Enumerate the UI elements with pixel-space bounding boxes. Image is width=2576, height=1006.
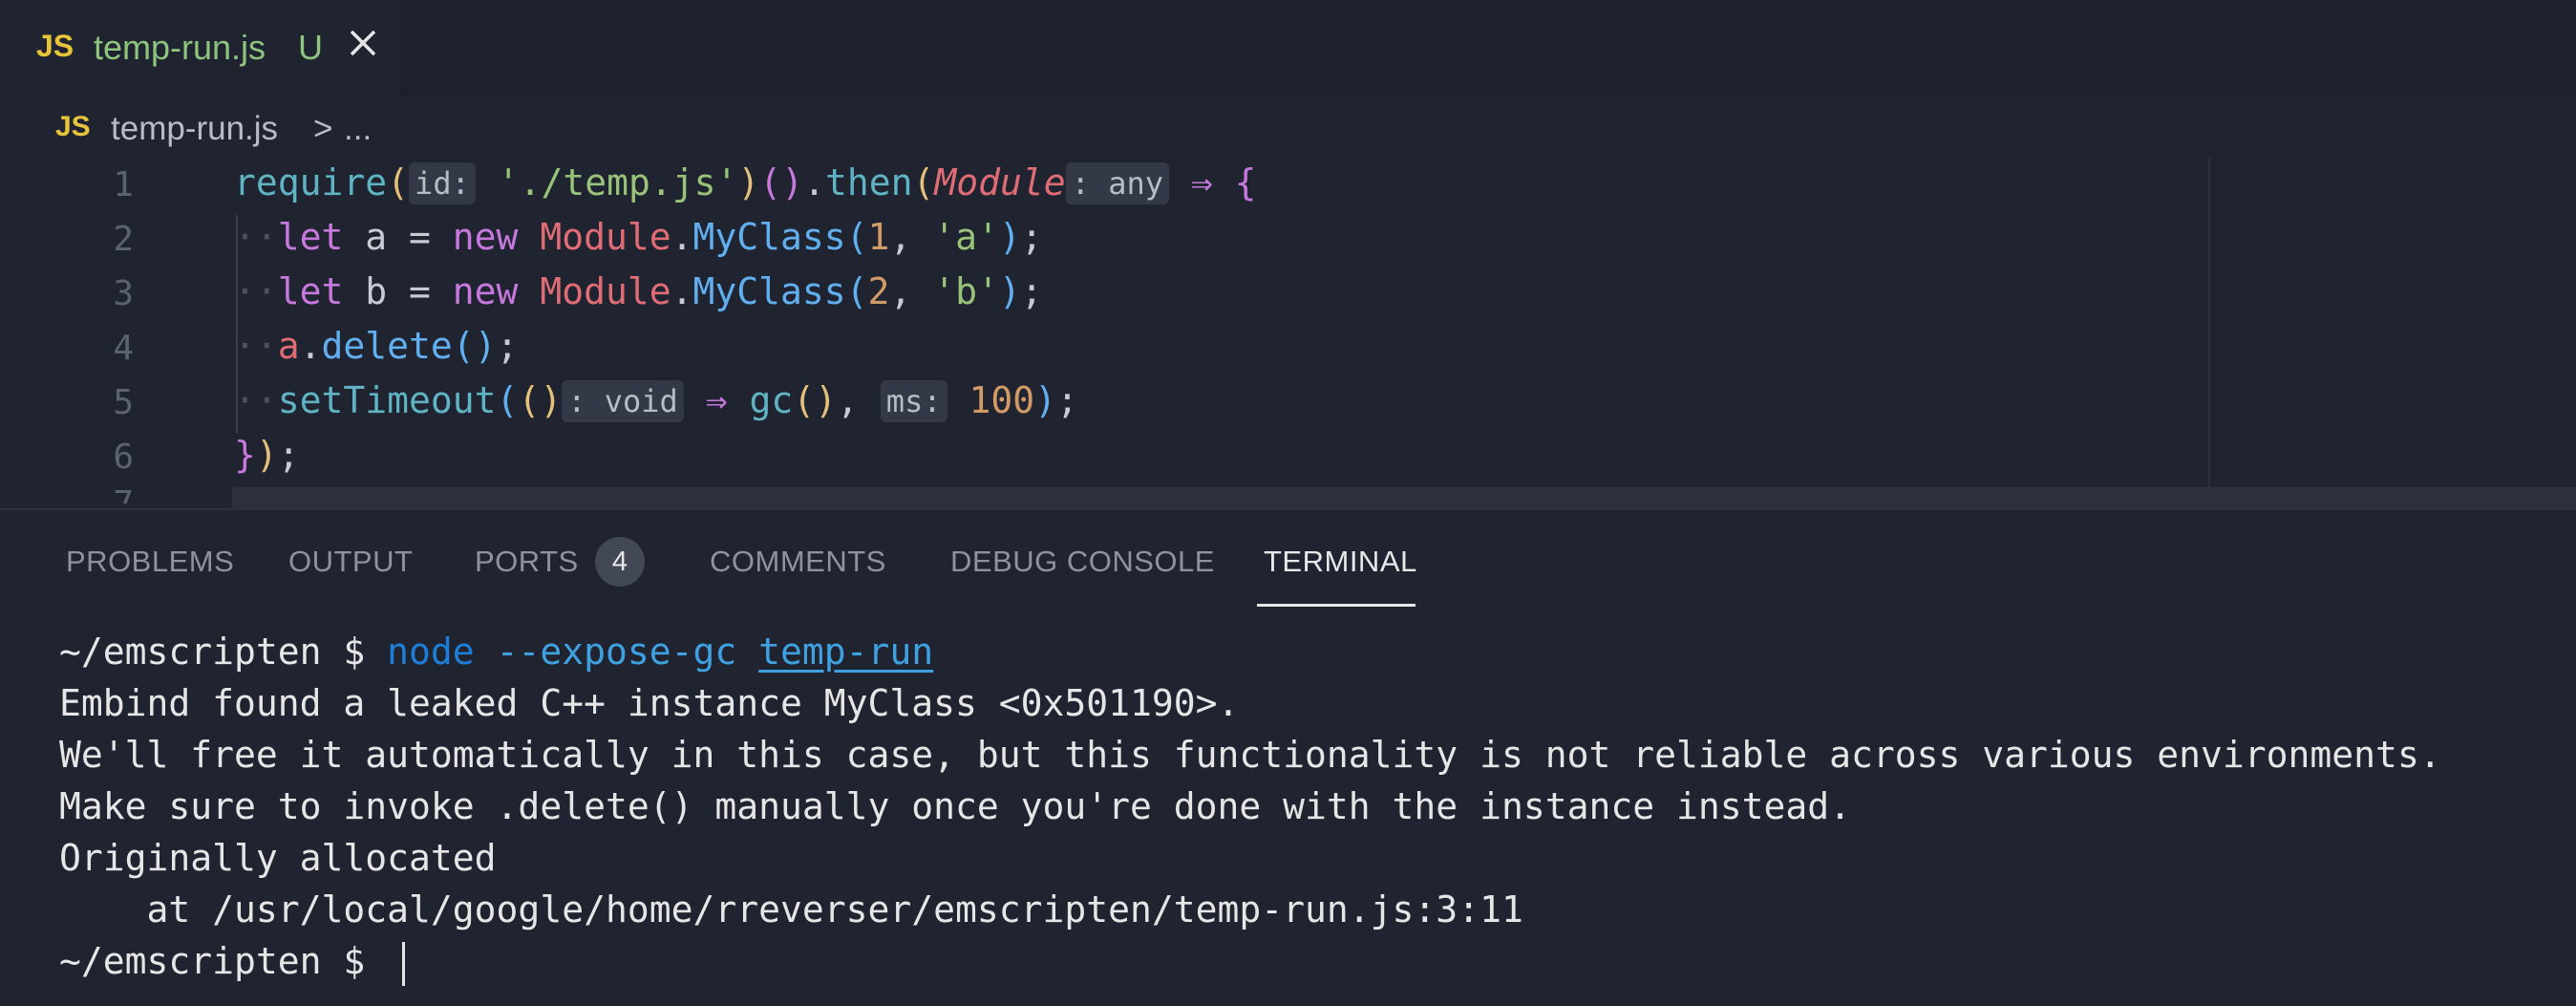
line-number: 7 xyxy=(57,484,134,503)
panel-tabs: PROBLEMS OUTPUT PORTS 4 COMMENTS DEBUG C… xyxy=(0,510,2576,607)
line-number: 3 xyxy=(113,274,134,313)
code-line-5: ··setTimeout((): void ⇒ gc(), ms: 100); xyxy=(234,379,1078,422)
terminal-output-line: Embind found a leaked C++ instance MyCla… xyxy=(59,682,1240,724)
code-line-6: }); xyxy=(234,434,300,476)
terminal-prompt: ~/emscripten $ xyxy=(59,631,388,673)
terminal-command: node xyxy=(387,631,475,673)
tab-ports[interactable]: PORTS xyxy=(475,545,579,579)
terminal-output-line: Originally allocated xyxy=(59,837,497,879)
terminal-command-line: ~/emscripten $ node --expose-gc temp-run xyxy=(59,631,933,673)
line-number: 6 xyxy=(113,438,134,477)
tab-filename: temp-run.js xyxy=(94,28,266,67)
code-line-3: ··let b = new Module.MyClass(2, 'b'); xyxy=(234,270,1043,312)
code-line-1: require(id: './temp.js')().then(Module: … xyxy=(234,161,1257,204)
chevron-right-icon: > xyxy=(313,110,333,147)
inlay-hint-void: : void xyxy=(562,379,684,422)
tab-temp-run[interactable]: JS temp-run.js U xyxy=(0,0,402,96)
terminal-output-line: at /usr/local/google/home/rreverser/emsc… xyxy=(59,888,1523,931)
tab-terminal[interactable]: TERMINAL xyxy=(1264,545,1417,579)
line-number: 4 xyxy=(113,329,134,368)
breadcrumb-file[interactable]: temp-run.js xyxy=(111,110,278,148)
ports-count-badge: 4 xyxy=(595,537,645,587)
horizontal-scrollbar[interactable] xyxy=(232,487,2576,508)
tab-comments[interactable]: COMMENTS xyxy=(710,545,886,579)
inlay-hint-ms: ms: xyxy=(880,379,947,422)
line-number: 1 xyxy=(113,165,134,204)
close-icon[interactable] xyxy=(344,24,382,62)
terminal-cursor xyxy=(402,942,405,986)
terminal-output-line: We'll free it automatically in this case… xyxy=(59,734,2441,776)
terminal-file-link[interactable]: temp-run xyxy=(758,631,933,673)
tab-problems[interactable]: PROBLEMS xyxy=(66,545,234,579)
terminal-output-line: Make sure to invoke .delete() manually o… xyxy=(59,785,1851,827)
editor-ruler xyxy=(2208,158,2210,508)
js-file-icon: JS xyxy=(36,29,75,63)
line-number: 2 xyxy=(113,220,134,259)
terminal-flag: --expose-gc xyxy=(496,631,737,673)
breadcrumb-more[interactable]: ... xyxy=(344,110,372,148)
line-number: 5 xyxy=(113,383,134,422)
inlay-hint-id: id: xyxy=(409,161,476,204)
tab-status-untracked: U xyxy=(298,28,323,67)
tab-output[interactable]: OUTPUT xyxy=(288,545,413,579)
breadcrumb: JS temp-run.js > ... xyxy=(0,96,2576,158)
terminal-final-prompt: ~/emscripten $ xyxy=(59,940,388,982)
tab-bar: JS temp-run.js U xyxy=(0,0,2576,96)
code-editor[interactable]: 1 2 3 4 5 6 7 require(id: './temp.js')()… xyxy=(0,158,2576,508)
inlay-hint-any: : any xyxy=(1065,161,1169,204)
code-line-4: ··a.delete(); xyxy=(234,325,519,367)
terminal[interactable]: ~/emscripten $ node --expose-gc temp-run… xyxy=(0,606,2576,1006)
js-file-icon: JS xyxy=(55,111,91,142)
tab-debug-console[interactable]: DEBUG CONSOLE xyxy=(950,545,1215,579)
code-line-2: ··let a = new Module.MyClass(1, 'a'); xyxy=(234,216,1043,258)
